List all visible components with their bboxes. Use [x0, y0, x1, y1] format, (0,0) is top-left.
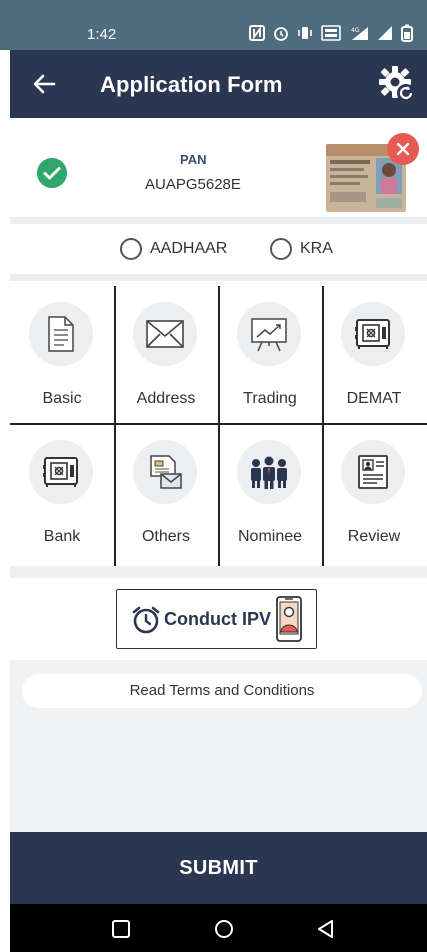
vibrate-icon	[298, 27, 312, 39]
grid-divider	[114, 286, 116, 566]
form-sections-grid: Basic Address Trading DEMAT Bank Others …	[10, 286, 427, 566]
divider	[10, 217, 427, 224]
tile-basic[interactable]: Basic	[10, 286, 114, 424]
tile-icon-bg	[341, 440, 405, 504]
alarm-clock-icon	[132, 606, 160, 634]
app-header: Application Form	[10, 50, 427, 118]
tile-label: Address	[136, 390, 196, 407]
grid-divider	[322, 286, 324, 566]
grid-divider	[218, 286, 220, 566]
page-title: Application Form	[100, 72, 283, 97]
id-form-icon	[358, 455, 388, 489]
divider	[10, 566, 427, 578]
alarm-icon	[274, 27, 288, 41]
document-icon	[48, 316, 74, 352]
conduct-ipv-label: Conduct IPV	[164, 609, 271, 629]
nfc-icon	[249, 25, 265, 41]
status-time: 1:42	[87, 26, 117, 43]
back-triangle-icon[interactable]	[315, 918, 337, 940]
tile-label: DEMAT	[346, 390, 402, 407]
divider	[10, 274, 427, 281]
phone-selfie-icon	[276, 596, 302, 642]
grid-divider	[10, 423, 427, 425]
status-bar: 1:42 4G	[0, 0, 427, 50]
terms-link[interactable]: Read Terms and Conditions	[22, 674, 422, 708]
check-circle-icon	[37, 158, 67, 188]
tile-icon-bg	[133, 302, 197, 366]
svg-text:4G: 4G	[351, 27, 360, 34]
home-circle-icon[interactable]	[213, 918, 235, 940]
battery-icon	[401, 24, 413, 42]
envelope-icon	[146, 320, 184, 348]
tile-label: Trading	[243, 390, 297, 407]
tile-icon-bg	[237, 302, 301, 366]
radio-aadhaar-label: AADHAAR	[150, 240, 228, 257]
tile-others[interactable]: Others	[114, 424, 218, 562]
submit-button[interactable]: SUBMIT	[10, 832, 427, 904]
tile-label: Nominee	[237, 528, 303, 545]
tile-icon-bg	[237, 440, 301, 504]
status-icons: 4G	[249, 24, 413, 42]
signal-icon	[378, 26, 392, 40]
tile-review[interactable]: Review	[322, 424, 426, 562]
remove-image-button[interactable]	[387, 133, 419, 165]
radio-aadhaar[interactable]: AADHAAR	[120, 238, 227, 260]
tile-label: Bank	[43, 528, 81, 545]
tile-label: Others	[141, 528, 190, 545]
pan-label: PAN	[180, 152, 207, 167]
pan-number: AUAPG5628E	[145, 176, 241, 193]
tile-nominee[interactable]: Nominee	[218, 424, 322, 562]
settings-refresh-icon[interactable]	[377, 64, 417, 104]
tile-icon-bg	[29, 302, 93, 366]
signal-4g-icon: 4G	[351, 27, 368, 40]
tile-icon-bg	[29, 440, 93, 504]
tile-label: Basic	[42, 390, 82, 407]
conduct-ipv-button[interactable]: Conduct IPV	[116, 589, 317, 649]
radio-circle-icon	[120, 238, 142, 260]
volte-icon	[321, 25, 341, 41]
document-type-radio-group: AADHAAR KRA	[10, 226, 427, 274]
radio-kra-label: KRA	[300, 240, 333, 257]
people-icon	[251, 456, 287, 489]
radio-kra[interactable]: KRA	[270, 238, 333, 260]
back-arrow-icon[interactable]	[30, 70, 58, 98]
tile-icon-bg	[133, 440, 197, 504]
tile-demat[interactable]: DEMAT	[322, 286, 426, 424]
tile-label: Review	[347, 528, 401, 545]
recents-square-icon[interactable]	[110, 918, 132, 940]
safe-icon	[43, 457, 78, 487]
terms-area: Read Terms and Conditions	[10, 660, 427, 832]
system-nav-bar	[10, 904, 427, 952]
chart-board-icon	[251, 318, 287, 352]
form-envelope-icon	[150, 455, 182, 489]
safe-icon	[355, 319, 390, 349]
tile-icon-bg	[341, 302, 405, 366]
tile-address[interactable]: Address	[114, 286, 218, 424]
tile-trading[interactable]: Trading	[218, 286, 322, 424]
tile-bank[interactable]: Bank	[10, 424, 114, 562]
pan-card: PAN AUAPG5628E	[10, 126, 427, 216]
radio-circle-icon	[270, 238, 292, 260]
close-icon	[396, 142, 410, 156]
